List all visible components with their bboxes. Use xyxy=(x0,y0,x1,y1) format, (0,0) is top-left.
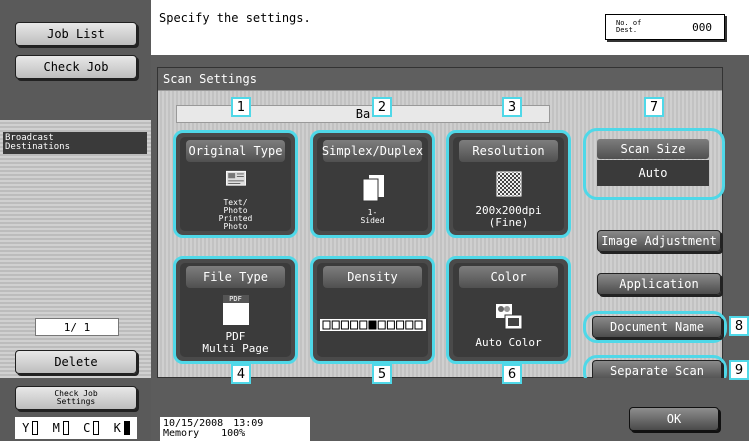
image-adjustment-button[interactable]: Image Adjustment xyxy=(597,230,721,252)
toner-k-label: K xyxy=(113,421,121,435)
check-job-button[interactable]: Check Job xyxy=(15,55,137,79)
document-photo-icon xyxy=(225,170,246,186)
callout-6: 6 xyxy=(502,364,522,384)
scan-size-value: Auto xyxy=(597,160,709,186)
density-step xyxy=(322,320,330,330)
page-counter: 1/ 1 xyxy=(35,318,119,336)
memory-row: Memory 100% xyxy=(163,429,307,439)
callout-5: 5 xyxy=(372,364,392,384)
scan-size-button[interactable]: Scan Size Auto xyxy=(586,130,722,198)
screen: Job List Check Job Broadcast Destination… xyxy=(0,0,749,441)
broadcast-destinations-panel xyxy=(0,120,151,378)
toner-c: C xyxy=(83,421,100,435)
toner-y: Y xyxy=(22,421,39,435)
pdf-file-icon-label: PDF xyxy=(222,295,249,303)
checker-icon xyxy=(496,171,521,197)
auto-color-icon xyxy=(495,304,522,330)
original-type-body: Text/ Photo Printed Photo xyxy=(180,167,291,231)
toner-k: K xyxy=(114,421,130,435)
density-step xyxy=(386,320,395,330)
broadcast-destinations-title: Broadcast Destinations xyxy=(3,132,147,154)
file-type-value: PDF Multi Page xyxy=(202,330,269,355)
card-inner: Resolution 200x200dpi (Fine) xyxy=(453,137,564,231)
callout-4: 4 xyxy=(231,364,251,384)
density-step xyxy=(395,320,404,330)
delete-button[interactable]: Delete xyxy=(15,350,137,374)
check-job-settings-button[interactable]: Check Job Settings xyxy=(15,386,137,410)
left-sidebar: Job List Check Job Broadcast Destination… xyxy=(0,0,151,441)
document-name-button[interactable]: Document Name xyxy=(592,316,722,338)
callout-3: 3 xyxy=(502,97,522,117)
destination-count-box: No. of Dest. 000 xyxy=(605,14,725,40)
card-inner: Density xyxy=(317,263,428,357)
simplex-duplex-value: 1- Sided xyxy=(360,208,385,225)
memory-label: Memory xyxy=(163,428,200,439)
original-type-value: Text/ Photo Printed Photo xyxy=(218,198,253,231)
density-step xyxy=(404,320,413,330)
density-step xyxy=(331,320,340,330)
toner-m-bar xyxy=(62,421,69,435)
toner-c-label: C xyxy=(83,421,91,435)
toner-levels: Y M C K xyxy=(15,417,137,439)
scan-settings-title: Scan Settings xyxy=(158,68,722,91)
pdf-file-icon: PDF xyxy=(222,295,249,325)
resolution-body: 200x200dpi (Fine) xyxy=(453,167,564,231)
scan-size-title: Scan Size xyxy=(597,139,709,159)
density-step xyxy=(377,320,386,330)
file-type-card[interactable]: File Type PDF PDF Multi Page xyxy=(173,256,298,364)
job-list-button[interactable]: Job List xyxy=(15,22,137,46)
callout-9: 9 xyxy=(729,360,749,380)
dest-count-label: No. of Dest. xyxy=(616,19,642,34)
toner-c-bar xyxy=(93,421,100,435)
density-step xyxy=(349,320,358,330)
pages-icon xyxy=(362,175,384,202)
toner-y-label: Y xyxy=(22,421,30,435)
density-card[interactable]: Density xyxy=(310,256,435,364)
density-step xyxy=(358,320,367,330)
callout-2: 2 xyxy=(372,97,392,117)
original-type-title: Original Type xyxy=(186,140,285,162)
callout-7: 7 xyxy=(644,97,664,117)
color-title: Color xyxy=(459,266,558,288)
resolution-title: Resolution xyxy=(459,140,558,162)
density-step xyxy=(414,320,422,330)
file-type-title: File Type xyxy=(186,266,285,288)
card-inner: Simplex/Duplex 1- Sided xyxy=(317,137,428,231)
density-step xyxy=(340,320,349,330)
color-value: Auto Color xyxy=(475,336,542,349)
resolution-value: 200x200dpi (Fine) xyxy=(475,204,542,229)
memory-value: 100% xyxy=(221,428,246,439)
instruction-message: Specify the settings. xyxy=(159,11,311,25)
date-time-memory: 10/15/2008 13:09 Memory 100% xyxy=(160,417,310,441)
toner-y-bar xyxy=(32,421,39,435)
message-area: Specify the settings. No. of Dest. 000 xyxy=(151,0,749,59)
color-body: Auto Color xyxy=(453,293,564,357)
color-card[interactable]: Color Auto Color xyxy=(446,256,571,364)
card-inner: File Type PDF PDF Multi Page xyxy=(180,263,291,357)
toner-k-bar xyxy=(123,421,130,435)
ok-button[interactable]: OK xyxy=(629,407,719,431)
toner-m: M xyxy=(53,421,69,435)
card-inner: Color Auto Color xyxy=(453,263,564,357)
callout-8: 8 xyxy=(729,316,749,336)
density-step xyxy=(368,320,376,330)
dest-count-value: 000 xyxy=(692,20,712,34)
callout-1: 1 xyxy=(231,97,251,117)
application-button[interactable]: Application xyxy=(597,273,721,295)
card-inner: Original Type Text/ Photo Printed Photo xyxy=(180,137,291,231)
density-body xyxy=(317,293,428,357)
resolution-card[interactable]: Resolution 200x200dpi (Fine) xyxy=(446,130,571,238)
file-type-body: PDF PDF Multi Page xyxy=(180,293,291,357)
simplex-duplex-body: 1- Sided xyxy=(317,167,428,231)
original-type-card[interactable]: Original Type Text/ Photo Printed Photo xyxy=(173,130,298,238)
density-scale-icon xyxy=(319,319,426,331)
simplex-duplex-title: Simplex/Duplex xyxy=(322,140,423,162)
simplex-duplex-card[interactable]: Simplex/Duplex 1- Sided xyxy=(310,130,435,238)
toner-m-label: M xyxy=(52,421,60,435)
density-title: Density xyxy=(323,266,422,288)
